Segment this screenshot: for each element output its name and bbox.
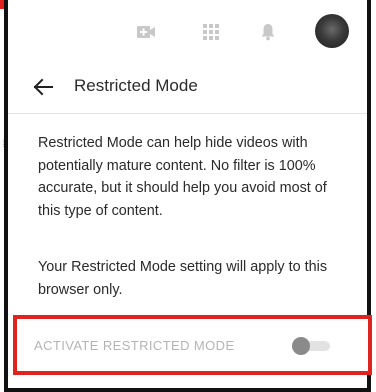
back-arrow-icon[interactable] (32, 76, 54, 98)
activate-restricted-mode-label: ACTIVATE RESTRICTED MODE (34, 338, 235, 353)
create-video-icon[interactable] (136, 22, 156, 42)
restricted-mode-toggle[interactable] (292, 337, 330, 355)
restricted-mode-description: Restricted Mode can help hide videos wit… (38, 135, 327, 219)
notifications-bell-icon[interactable] (258, 22, 278, 42)
restricted-mode-page: ⁞ (0, 0, 376, 392)
top-bar (8, 0, 367, 58)
restricted-mode-browser-note: Your Restricted Mode setting will apply … (38, 259, 328, 298)
page-title: Restricted Mode (74, 76, 198, 95)
apps-icon[interactable] (201, 22, 221, 42)
account-avatar[interactable] (315, 14, 349, 48)
activate-restricted-mode-row[interactable]: ACTIVATE RESTRICTED MODE (13, 315, 372, 375)
restricted-mode-header: Restricted Mode (8, 58, 367, 114)
toggle-knob (292, 337, 310, 355)
